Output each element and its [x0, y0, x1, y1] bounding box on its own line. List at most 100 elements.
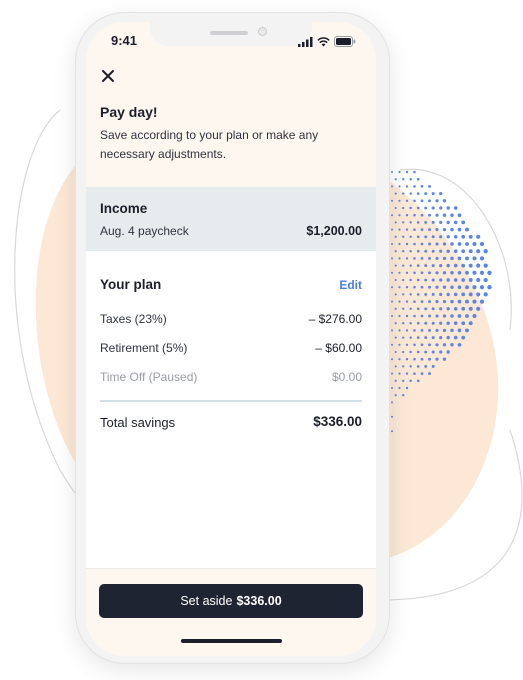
pattern-dot — [409, 379, 412, 383]
pattern-dot — [420, 257, 424, 260]
pattern-dot — [424, 278, 428, 282]
close-icon — [102, 70, 114, 82]
pattern-dot — [476, 234, 481, 239]
close-button[interactable] — [97, 65, 119, 87]
pattern-dot — [416, 278, 420, 282]
pattern-dot — [457, 213, 462, 218]
pattern-dot — [442, 299, 447, 304]
pattern-dot — [446, 350, 450, 354]
plan-row-label: Time Off (Paused) — [100, 370, 198, 384]
pattern-dot — [409, 264, 412, 267]
pattern-dot — [442, 256, 447, 261]
plan-row-amount: $0.00 — [331, 370, 362, 384]
pattern-dot — [428, 357, 431, 361]
pattern-dot — [391, 372, 393, 375]
pattern-dot — [394, 278, 397, 282]
pattern-dot — [442, 328, 447, 333]
pattern-dot — [391, 286, 393, 289]
pattern-dot — [428, 184, 431, 188]
pattern-dot — [394, 250, 397, 253]
pattern-dot — [394, 394, 397, 397]
pattern-dot — [394, 178, 397, 181]
pattern-dot — [435, 357, 439, 361]
plan-row-label: Retirement (5%) — [100, 341, 188, 355]
battery-icon — [334, 36, 356, 47]
pattern-dot — [420, 228, 424, 231]
pattern-dot — [405, 170, 409, 174]
pattern-dot — [398, 343, 401, 346]
pattern-dot — [394, 365, 397, 368]
pattern-dot — [428, 314, 431, 318]
pattern-dot — [428, 343, 431, 347]
pattern-dot — [439, 307, 443, 311]
pattern-dot — [446, 206, 450, 210]
pattern-dot — [424, 307, 428, 311]
pattern-dot — [439, 292, 443, 296]
pattern-dot — [409, 177, 412, 181]
pattern-dot — [416, 307, 420, 311]
pattern-dot — [391, 300, 393, 303]
pattern-dot — [446, 307, 450, 311]
pattern-dot — [457, 270, 462, 275]
pattern-dot — [413, 185, 416, 188]
wifi-icon — [317, 36, 330, 46]
pattern-dot — [450, 271, 454, 275]
pattern-dot — [431, 336, 435, 340]
pattern-dot — [431, 364, 435, 368]
pattern-dot — [439, 321, 443, 325]
pattern-dot — [398, 386, 401, 390]
notch — [150, 22, 312, 46]
pattern-dot — [409, 192, 412, 195]
pattern-dot — [424, 264, 428, 268]
pattern-dot — [435, 343, 439, 347]
pattern-dot — [391, 358, 393, 361]
pattern-dot — [468, 292, 473, 297]
pattern-dot — [428, 372, 431, 376]
set-aside-amount: $336.00 — [236, 594, 282, 608]
pattern-dot — [413, 300, 416, 303]
pattern-dot — [446, 249, 450, 253]
pattern-dot — [483, 249, 488, 254]
pattern-dot — [398, 228, 401, 231]
pattern-dot — [405, 242, 409, 246]
pattern-dot — [465, 299, 469, 304]
pattern-dot — [424, 321, 428, 325]
plan-title: Your plan — [100, 277, 162, 292]
pattern-dot — [435, 228, 439, 232]
pattern-dot — [453, 235, 458, 239]
income-amount: $1,200.00 — [306, 224, 362, 238]
pattern-dot — [420, 242, 424, 246]
pattern-dot — [391, 214, 393, 217]
pattern-dot — [402, 322, 405, 325]
pattern-dot — [453, 206, 458, 210]
pattern-dot — [391, 329, 393, 332]
status-time: 9:41 — [111, 33, 138, 48]
pattern-dot — [413, 199, 416, 203]
plan-row-time-off: Time Off (Paused) $0.00 — [100, 370, 362, 388]
pattern-dot — [453, 263, 458, 268]
pattern-dot — [402, 235, 405, 238]
divider — [100, 400, 362, 402]
pattern-dot — [468, 249, 473, 254]
pattern-dot — [439, 350, 443, 354]
pattern-dot — [416, 192, 420, 195]
set-aside-button[interactable]: Set aside $336.00 — [99, 584, 363, 618]
pattern-dot — [420, 314, 424, 318]
pattern-dot — [465, 328, 469, 333]
pattern-dot — [405, 343, 409, 346]
pattern-dot — [398, 300, 401, 303]
pattern-dot — [416, 264, 420, 267]
pattern-dot — [468, 278, 473, 282]
pattern-dot — [468, 321, 473, 326]
pattern-dot — [420, 213, 424, 217]
pattern-dot — [402, 307, 405, 310]
pattern-dot — [420, 343, 424, 347]
pattern-dot — [431, 206, 435, 210]
pattern-dot — [405, 329, 409, 332]
pattern-dot — [442, 343, 447, 347]
edit-plan-link[interactable]: Edit — [339, 278, 362, 292]
pattern-dot — [391, 401, 393, 404]
pattern-dot — [398, 314, 401, 318]
pattern-dot — [435, 300, 439, 304]
pattern-dot — [442, 227, 447, 232]
